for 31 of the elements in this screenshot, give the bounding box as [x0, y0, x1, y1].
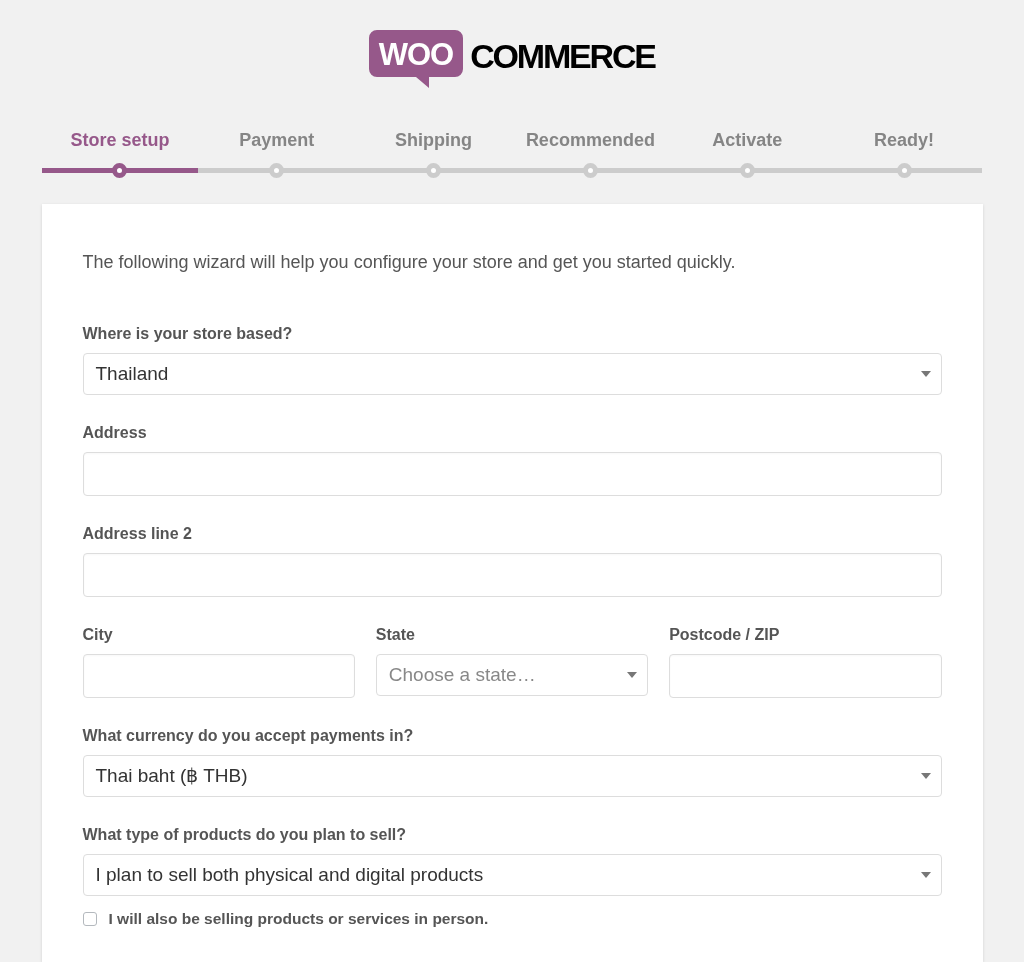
- field-label: Address line 2: [82, 524, 193, 544]
- caret-icon: [920, 872, 931, 878]
- caret-icon: [627, 672, 638, 678]
- checkbox[interactable]: [82, 912, 97, 926]
- input-field[interactable]: [82, 452, 942, 496]
- caret-icon: [920, 773, 931, 779]
- field-label: State: [375, 625, 416, 645]
- dropdown-select[interactable]: Choose a state…: [375, 654, 649, 696]
- dropdown-select[interactable]: Thai baht (฿ THB): [82, 755, 942, 797]
- step-label: Store setup: [70, 129, 170, 151]
- field-label: What currency do you accept payments in?: [82, 726, 415, 746]
- step-label: Payment: [239, 129, 315, 151]
- checkbox-label: I will also be selling products or services in person.: [108, 909, 489, 929]
- field-label: Postcode / ZIP: [669, 625, 781, 645]
- step-label: Shipping: [395, 129, 473, 151]
- input-field[interactable]: [82, 654, 355, 698]
- step-label: Ready!: [874, 129, 935, 151]
- step-label: Activate: [712, 129, 783, 151]
- logo-badge: WOO: [369, 30, 464, 88]
- field-label: Where is your store based?: [82, 324, 294, 344]
- logo-wordmark: COMMERCE: [470, 39, 655, 73]
- caret-icon: [920, 371, 931, 377]
- dropdown-select[interactable]: Thailand: [82, 353, 942, 395]
- intro-text: The following wizard will help you configure your store and get you started quickly.: [82, 251, 737, 274]
- field-label: What type of products do you plan to sell?: [82, 825, 408, 845]
- input-field[interactable]: [82, 553, 942, 597]
- step-label: Recommended: [525, 129, 655, 151]
- dropdown-select[interactable]: I plan to sell both physical and digital products: [82, 854, 942, 896]
- field-label: City: [82, 625, 114, 645]
- field-label: Address: [82, 423, 148, 443]
- input-field[interactable]: [669, 654, 942, 698]
